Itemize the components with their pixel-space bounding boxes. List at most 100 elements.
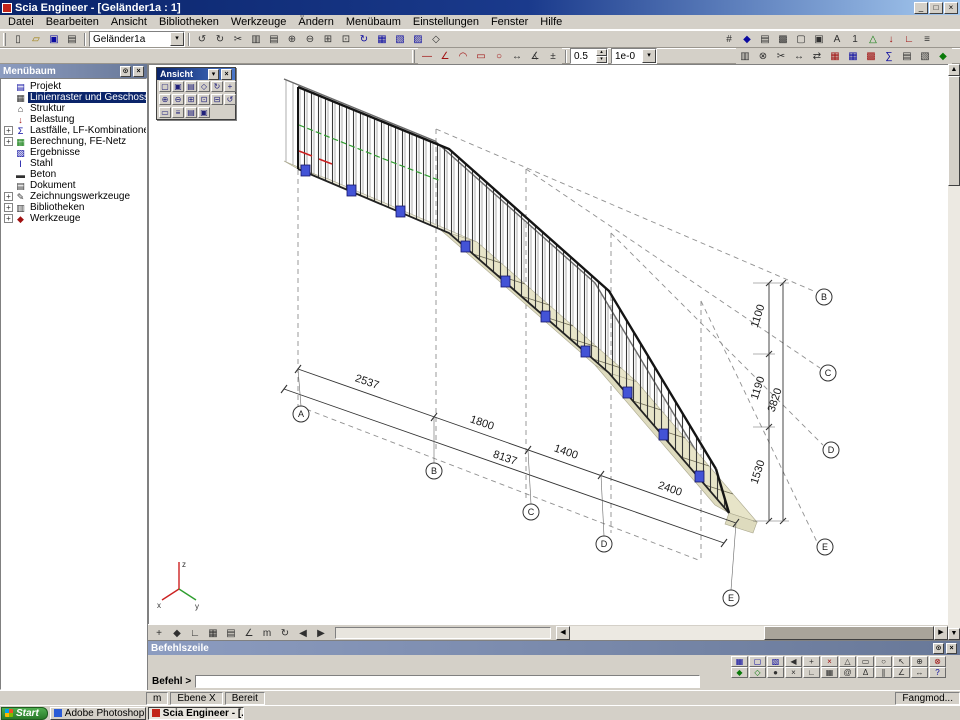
project-combo[interactable]: Geländer1a ▾ (89, 31, 185, 47)
minimize-button[interactable]: _ (914, 2, 928, 14)
spin-down-icon[interactable]: ▾ (596, 56, 607, 63)
intersect-icon[interactable]: ⊗ (754, 48, 772, 64)
zoom-window-icon[interactable]: ⊞ (319, 31, 337, 47)
new-project-icon[interactable]: ▯ (9, 31, 27, 47)
move-icon[interactable]: ↔ (790, 48, 808, 64)
view-parameters-icon[interactable]: ≡ (172, 107, 184, 118)
expand-icon[interactable]: + (4, 203, 13, 212)
help-icon[interactable]: ? (929, 667, 946, 678)
print-icon[interactable]: ▤ (63, 31, 81, 47)
zoom-all-icon[interactable]: ⊡ (337, 31, 355, 47)
sidebar-item[interactable]: I Stahl (1, 158, 146, 169)
snap-intersection-icon[interactable]: × (785, 667, 802, 678)
chevron-down-icon[interactable]: ▾ (208, 69, 219, 80)
previous-selection-icon[interactable]: ◀ (785, 656, 802, 667)
vertical-scrollbar[interactable]: ▲ ▼ (948, 64, 960, 640)
length-lock-icon[interactable]: ↔ (911, 667, 928, 678)
grid-icon[interactable]: # (720, 31, 738, 47)
view-top-icon[interactable]: ▢ (159, 81, 171, 92)
parallel-lock-icon[interactable]: ∥ (875, 667, 892, 678)
pan-icon[interactable]: + (224, 81, 236, 92)
supports-icon[interactable]: △ (864, 31, 882, 47)
scroll-right-icon[interactable]: ▶ (934, 626, 948, 640)
shading-icon[interactable]: ▣ (810, 31, 828, 47)
scale-spinner[interactable]: ▴ ▾ (596, 49, 607, 63)
statusbar-snapmode[interactable]: Fangmod... (895, 692, 960, 705)
gallery-icon[interactable]: ▧ (916, 48, 934, 64)
maximize-button[interactable]: □ (929, 2, 943, 14)
sidebar-item[interactable]: ▤ Projekt (1, 81, 146, 92)
circle-select-icon[interactable]: ○ (875, 656, 892, 667)
clip-box-icon[interactable]: ▭ (159, 107, 171, 118)
snap-grid-icon[interactable]: ▦ (821, 667, 838, 678)
layers-icon[interactable]: ▤ (756, 31, 774, 47)
sidebar-item[interactable]: + ◆ Werkzeuge (1, 213, 146, 224)
expand-icon[interactable]: + (4, 192, 13, 201)
arc-icon[interactable]: ◠ (454, 48, 472, 64)
menu-item[interactable]: Werkzeuge (225, 16, 292, 28)
close-icon[interactable]: × (133, 66, 144, 77)
zoom-selection-icon[interactable]: ⊕ (911, 656, 928, 667)
sidebar-item[interactable]: ↓ Belastung (1, 114, 146, 125)
angle-lock-icon[interactable]: ∠ (893, 667, 910, 678)
command-input[interactable] (195, 675, 700, 688)
view-xz-icon[interactable]: ▧ (391, 31, 409, 47)
regenerate-icon[interactable]: ↻ (276, 626, 294, 640)
zoom-in-icon[interactable]: ⊕ (283, 31, 301, 47)
pin-icon[interactable]: ⊙ (933, 643, 944, 654)
snap-mode-icon[interactable]: ◆ (168, 626, 186, 640)
calculation-icon[interactable]: ∑ (880, 48, 898, 64)
expand-icon[interactable]: + (4, 137, 13, 146)
snap-perpendicular-icon[interactable]: ∟ (803, 667, 820, 678)
scroll-left-icon[interactable]: ◀ (556, 626, 570, 640)
snap-point-icon[interactable]: ◆ (731, 667, 748, 678)
menu-item[interactable]: Bearbeiten (40, 16, 105, 28)
measure-icon[interactable]: ± (544, 48, 562, 64)
zoom-selection-icon[interactable]: ⊟ (211, 94, 223, 105)
view-palette[interactable]: Ansicht ▾ × ▢▣▤◇↻+ ⊕⊖⊞⊡⊟↺ ▭≡▤▣ (156, 67, 236, 120)
chevron-down-icon[interactable]: ▾ (642, 49, 656, 63)
line-icon[interactable]: — (418, 48, 436, 64)
abort-icon[interactable]: ⊗ (929, 656, 946, 667)
scale-combo[interactable]: 0.5 ▴ ▾ (570, 48, 608, 64)
cut-icon[interactable]: ✂ (229, 31, 247, 47)
table-icon[interactable]: ▦ (844, 48, 862, 64)
scroll-down-icon[interactable]: ▼ (948, 628, 960, 640)
select-all-icon[interactable]: ▦ (731, 656, 748, 667)
menu-item[interactable]: Ansicht (105, 16, 153, 28)
absolute-coords-icon[interactable]: @ (839, 667, 856, 678)
layer-icon[interactable]: ▤ (222, 626, 240, 640)
staircase-model[interactable] (284, 79, 757, 533)
circle-icon[interactable]: ○ (490, 48, 508, 64)
mesh-icon[interactable]: ▩ (862, 48, 880, 64)
rectangle-icon[interactable]: ▭ (472, 48, 490, 64)
zoom-out-icon[interactable]: ⊖ (301, 31, 319, 47)
menu-item[interactable]: Bibliotheken (153, 16, 225, 28)
sidebar-item[interactable]: ▤ Dokument (1, 180, 146, 191)
expand-icon[interactable]: + (4, 214, 13, 223)
angle-icon[interactable]: ∡ (526, 48, 544, 64)
expand-icon[interactable]: + (4, 126, 13, 135)
spin-up-icon[interactable]: ▴ (596, 49, 607, 56)
rect-select-icon[interactable]: ▭ (857, 656, 874, 667)
bim-icon[interactable]: ◆ (934, 48, 952, 64)
open-project-icon[interactable]: ▱ (27, 31, 45, 47)
grid-toggle-icon[interactable]: ▦ (204, 626, 222, 640)
rotate-view-icon[interactable]: ↻ (355, 31, 373, 47)
axonometry-icon[interactable]: ◇ (198, 81, 210, 92)
deselect-icon[interactable]: ▢ (749, 656, 766, 667)
paste-icon[interactable]: ▤ (265, 31, 283, 47)
redo-icon[interactable]: ↻ (211, 31, 229, 47)
save-picture-icon[interactable]: ▣ (198, 107, 210, 118)
ortho-icon[interactable]: ∟ (186, 626, 204, 640)
cancel-icon[interactable]: × (821, 656, 838, 667)
sidebar-item[interactable]: ▦ Linienraster und Geschosse (1, 92, 146, 103)
scroll-up-icon[interactable]: ▲ (948, 64, 960, 76)
numbering-icon[interactable]: 1 (846, 31, 864, 47)
menu-item[interactable]: Menübaum (340, 16, 407, 28)
array-icon[interactable]: ▦ (826, 48, 844, 64)
zoom-window-icon[interactable]: ⊞ (185, 94, 197, 105)
scrollbar-track[interactable] (570, 626, 934, 640)
document-icon[interactable]: ▤ (898, 48, 916, 64)
taskbar-item-scia[interactable]: Scia Engineer - [... (148, 707, 244, 720)
